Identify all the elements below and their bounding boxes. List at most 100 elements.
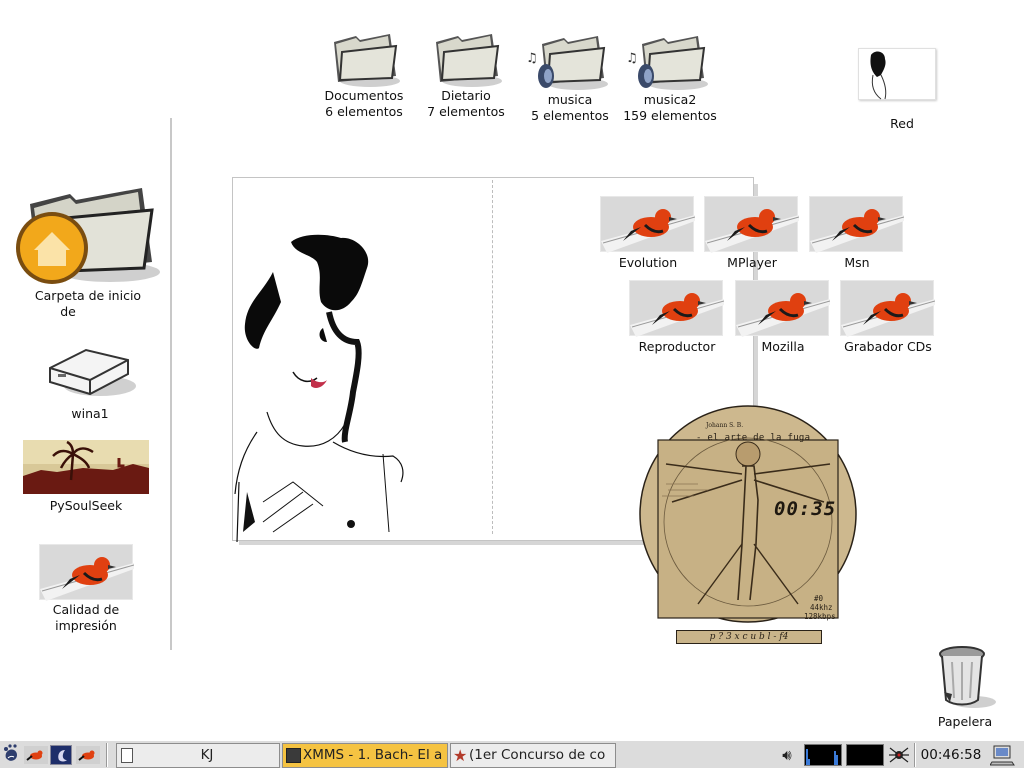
icon-label: Reproductor bbox=[638, 339, 716, 354]
bird-icon bbox=[630, 293, 725, 337]
spider-icon[interactable] bbox=[888, 744, 910, 766]
moon-icon bbox=[58, 750, 67, 762]
icon-label: Carpeta de inicio bbox=[34, 288, 142, 303]
desktop-icon-drive[interactable]: wina1 bbox=[40, 340, 140, 424]
xmms-track-number: #0 bbox=[814, 594, 824, 603]
desktop-icon-pysoulseek[interactable]: PySoulSeek bbox=[22, 440, 150, 516]
pysoulseek-icon bbox=[23, 440, 149, 494]
bird-icon bbox=[841, 293, 936, 337]
music-folder-icon: ♫ bbox=[526, 36, 608, 90]
woman-sketch-illustration bbox=[234, 234, 404, 542]
svg-text:♫: ♫ bbox=[626, 51, 638, 66]
desktop-icon-red[interactable]: Red bbox=[852, 42, 942, 136]
star-icon: ★ bbox=[453, 746, 468, 765]
bird-icon bbox=[810, 209, 905, 253]
cpu-graph-icon bbox=[806, 749, 838, 765]
launcher-bird-1[interactable] bbox=[24, 746, 48, 764]
panel-divider bbox=[170, 118, 172, 650]
bird-icon bbox=[40, 557, 135, 601]
xmms-bitrate: 128kbps bbox=[804, 612, 836, 621]
launcher-evolution[interactable]: Evolution bbox=[600, 196, 696, 272]
xmms-time-display: 00:35 bbox=[774, 498, 837, 520]
xmms-song-title: - el arte de la fuga bbox=[696, 433, 811, 443]
icon-count: 6 elementos bbox=[325, 104, 403, 119]
xmms-title-small: Johann S. B. bbox=[706, 422, 744, 429]
bird-icon bbox=[736, 293, 831, 337]
icon-count: 159 elementos bbox=[623, 108, 717, 123]
icon-label: PySoulSeek bbox=[49, 498, 123, 513]
bird-icon bbox=[705, 209, 800, 253]
icon-label: Calidad de bbox=[52, 602, 120, 617]
task-label: KJ bbox=[200, 747, 214, 763]
desktop-icon-trash[interactable]: Papelera bbox=[926, 644, 1004, 734]
bird-tile bbox=[704, 196, 800, 253]
bird-tile bbox=[600, 196, 696, 253]
icon-label: Evolution bbox=[618, 255, 678, 270]
clock[interactable]: 00:46:58 bbox=[918, 744, 984, 766]
icon-label: Dietario bbox=[441, 88, 491, 103]
icon-label: wina1 bbox=[71, 406, 109, 421]
desktop: Documentos 6 elementos Dietario 7 elemen… bbox=[0, 0, 1024, 740]
bird-icon bbox=[78, 750, 95, 761]
xmms-control-bar[interactable]: p ? 3 x c u b l - f4 bbox=[676, 630, 822, 644]
cpu-monitor[interactable] bbox=[804, 744, 842, 766]
icon-label: musica2 bbox=[643, 92, 697, 107]
folder-icon bbox=[334, 34, 400, 87]
gnome-foot-icon bbox=[4, 744, 17, 761]
desktop-icon-dietario[interactable]: Dietario 7 elementos bbox=[420, 30, 512, 124]
bird-tile bbox=[39, 544, 135, 601]
network-thumbnail bbox=[858, 48, 936, 100]
launcher-grabador-cds[interactable]: Grabador CDs bbox=[840, 280, 936, 356]
icon-label: MPlayer bbox=[727, 255, 777, 270]
task-button-concurso[interactable]: ★ (1er Concurso de co bbox=[450, 743, 616, 768]
bird-icon bbox=[601, 209, 696, 253]
desktop-icon-musica2[interactable]: ♫ musica2 159 elementos bbox=[622, 30, 718, 128]
icon-label: Msn bbox=[844, 255, 870, 270]
xmms-controls-text: p ? 3 x c u b l - f4 bbox=[709, 632, 789, 642]
panel-separator bbox=[914, 743, 916, 767]
icon-label-2: de bbox=[60, 304, 76, 319]
taskbar: KJ XMMS - 1. Bach- El a ★ (1er Concurso … bbox=[0, 740, 1024, 768]
desktop-icon-musica[interactable]: ♫ musica 5 elementos bbox=[522, 30, 618, 128]
bird-tile bbox=[840, 280, 936, 337]
launcher-mplayer[interactable]: MPlayer bbox=[704, 196, 800, 272]
portrait-sketch-icon bbox=[870, 51, 887, 100]
launcher-reproductor[interactable]: Reproductor bbox=[629, 280, 725, 356]
icon-label: Mozilla bbox=[761, 339, 805, 354]
icon-label: musica bbox=[547, 92, 593, 107]
volume-icon[interactable]: 🔊︎ bbox=[776, 745, 798, 765]
desktop-icon-home[interactable]: Carpeta de inicio de bbox=[14, 184, 162, 324]
svg-text:♫: ♫ bbox=[526, 51, 538, 66]
main-menu-button[interactable] bbox=[2, 744, 22, 766]
launcher-msn[interactable]: Msn bbox=[809, 196, 905, 272]
launcher-moon[interactable] bbox=[50, 745, 72, 765]
xmms-samplerate: 44khz bbox=[810, 603, 833, 612]
task-button-kj[interactable]: KJ bbox=[116, 743, 280, 768]
launcher-mozilla[interactable]: Mozilla bbox=[735, 280, 831, 356]
icon-label: Papelera bbox=[937, 714, 993, 729]
task-label: XMMS - 1. Bach- El a bbox=[303, 747, 443, 763]
show-desktop-button[interactable] bbox=[989, 744, 1016, 766]
desktop-icon-print-quality[interactable]: Calidad de impresión bbox=[28, 542, 144, 638]
icon-label: Documentos bbox=[324, 88, 404, 103]
icon-label: Grabador CDs bbox=[844, 339, 932, 354]
bird-icon bbox=[26, 750, 43, 761]
desktop-icon-documentos[interactable]: Documentos 6 elementos bbox=[318, 30, 410, 124]
icon-count: 5 elementos bbox=[531, 108, 609, 123]
icon-count: 7 elementos bbox=[427, 104, 505, 119]
trash-icon bbox=[939, 646, 996, 708]
task-button-xmms[interactable]: XMMS - 1. Bach- El a bbox=[282, 743, 448, 768]
network-monitor[interactable] bbox=[846, 744, 884, 766]
launcher-bird-2[interactable] bbox=[76, 746, 100, 764]
bird-tile bbox=[629, 280, 725, 337]
panel-separator bbox=[106, 743, 108, 767]
icon-label-2: impresión bbox=[55, 618, 117, 633]
dashed-fold-line bbox=[492, 180, 493, 534]
folder-icon bbox=[436, 34, 502, 87]
bird-tile bbox=[735, 280, 831, 337]
xmms-icon bbox=[286, 748, 301, 763]
hard-drive-icon bbox=[49, 348, 136, 396]
task-label: (1er Concurso de co bbox=[469, 747, 606, 763]
xmms-player-window[interactable]: Johann S. B. - el arte de la fuga 00:35 … bbox=[638, 404, 858, 646]
bird-tile bbox=[809, 196, 905, 253]
